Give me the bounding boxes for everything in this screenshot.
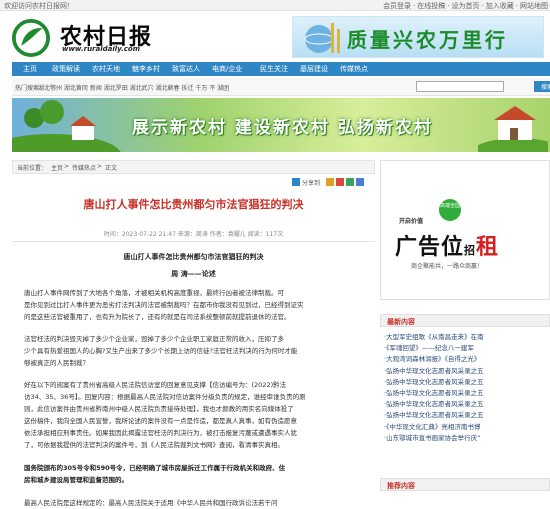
sitemap-link[interactable]: 网站地图 [520, 2, 548, 10]
paragraph-line: 唐山打人事件网传到了大地各个角落，才被相关机构高度重视，最终行凶者被法律制裁。可 [24, 289, 284, 297]
wechat-icon[interactable] [346, 178, 354, 186]
ad-main-red: 租 [476, 235, 500, 260]
article-paragraph-bold: 国务院颁布的305号令和590号令，已经明确了城市房屋拆迁工作属于行政机关和政府… [24, 462, 364, 486]
nav-item-grassroots[interactable]: 基层建设 [300, 64, 328, 74]
site-logo-url: www.ruraldaily.com [62, 45, 140, 53]
more-share-icon[interactable] [356, 178, 364, 186]
house-icon [478, 106, 548, 152]
paragraph-line: 最高人民法院是这样规定的：最高人民法院关于适用《中华人民共和国行政诉讼法若干问 [24, 499, 278, 507]
submit-link[interactable]: 在线投稿 [417, 2, 445, 10]
nav-item-village[interactable]: 魅李乡村 [132, 64, 160, 74]
site-header: 农村日报 www.ruraldaily.com 质量兴农万里行 [0, 11, 550, 61]
list-item[interactable]: ·弘扬中华现文化志愿者风采录之五 [384, 388, 550, 399]
article-subtitle: 唐山打人事件怎比贵州都匀市法官猖狂的判决 [123, 253, 264, 261]
nav-item-ecommerce[interactable]: 电商/企业 [212, 64, 242, 74]
divider [12, 241, 375, 242]
breadcrumb-home[interactable]: 主页 [51, 163, 63, 172]
nav-item-policy[interactable]: 政策解读 [52, 64, 80, 74]
list-item[interactable]: ·山东鄂城市直书画家协会举行庆“ [384, 433, 550, 444]
hot-search-words[interactable]: 湖北鄂州 湖北黄冈 新闻 湖北罗田 湖北武穴 湖北蕲春 拆迁 千万 不 湖团 [38, 83, 229, 92]
separator: · [447, 2, 450, 10]
welcome-text: 欢迎访问农村日报网！ [4, 2, 74, 10]
ad-main-text: 广告位招租 [395, 229, 499, 261]
list-item[interactable]: ·弘扬中华现文化志愿者风采录之五 [384, 399, 550, 410]
farm-scene-icon [12, 100, 121, 152]
nav-item-livelihood[interactable]: 民生关注 [260, 64, 288, 74]
list-item[interactable]: ·《中华现文化汇典》亮相济南书博 [384, 422, 550, 433]
list-item[interactable]: ·《军魂回望》——纪念八一建军 [384, 343, 550, 354]
separator: · [413, 2, 416, 10]
paragraph-line: 好在以下的阅案有了贵州省高级人民法院信访室的回复意见支撑【信访编号为：(2022… [24, 381, 287, 389]
mid-banner-slogan: 展示新农村 建设新农村 弘扬新农村 [132, 118, 433, 138]
paragraph-line: 了，可依据我提供的法官判决的案件号，到《人民法院裁判文书网》查阅，看清事实真相。 [24, 441, 284, 449]
paragraph-line: 是你见到过比打人事件更为恶劣打法判决的法官被制裁吗？在都市你我没有见到过，已经得… [24, 301, 304, 309]
article-paragraph: 唐山打人事件网传到了大地各个角落，才被相关机构高度重视，最终行凶者被法律制裁。可… [24, 287, 364, 323]
paragraph-line: 的是这些法官被重用了，也有升为院长了，还有的就是在司法系统整顿前就提前退休的法官… [24, 313, 291, 321]
paragraph-line: 够被真正的人民制裁？ [24, 359, 89, 367]
separator: · [481, 2, 484, 10]
weibo-icon[interactable] [336, 178, 344, 186]
login-link[interactable]: 会员登录 [383, 2, 411, 10]
search-input[interactable] [416, 81, 504, 92]
list-item[interactable]: ·弘扬中华现文化志愿者风采录之五 [384, 366, 550, 377]
recommend-box-title: 推荐内容 [380, 478, 550, 491]
article-title: 唐山打人事件怎比贵州都匀市法官猖狂的判决 [83, 198, 304, 211]
qzone-icon[interactable] [326, 178, 334, 186]
homepage-link[interactable]: 设为首页 [452, 2, 480, 10]
share-label[interactable]: 分享到 [302, 178, 320, 187]
nav-item-countryside[interactable]: 农村天地 [92, 64, 120, 74]
latest-list: ·大型军史组歌《从南昌走来》在南 ·《军魂回望》——纪念八一建军 ·大观湾词森林… [384, 332, 550, 444]
paragraph-line: 房和城乡建设局管理和监督范围的。 [24, 476, 128, 484]
article-paragraph: 法官枉法的判决毁灭掉了多少个企业家，毁掉了多少个企业职工家庭正常的收入，压抑了多… [24, 333, 364, 369]
latest-title: 最新内容 [387, 318, 415, 326]
article-paragraph: 最高人民法院是这样规定的：最高人民法院关于适用《中华人民共和国行政诉讼法若干问 [24, 497, 364, 509]
favorite-link[interactable]: 加入收藏 [486, 2, 514, 10]
recommend-title: 推荐内容 [387, 482, 415, 490]
breadcrumb-media[interactable]: 传媒热点 [72, 163, 96, 172]
paragraph-line: 则，此信访案件由贵州省黔南州中级人民法院负责接待处理】，我也才颜教的用实名向媒体… [24, 405, 294, 413]
nav-item-home[interactable]: 主页 [23, 64, 37, 74]
latest-box-title: 最新内容 [380, 314, 550, 327]
share-plus-icon[interactable] [292, 178, 300, 186]
article-paragraph: 好在以下的阅案有了贵州省高级人民法院信访室的回复意见支撑【信访编号为：(2022… [24, 379, 364, 451]
article-author: 周 涛——论述 [171, 270, 216, 278]
leaf-logo-icon[interactable] [12, 19, 50, 57]
nav-item-rich[interactable]: 致富达人 [172, 64, 200, 74]
paragraph-line: 法官枉法的判决毁灭掉了多少个企业家，毁掉了多少个企业职工家庭正常的收入，压抑了多 [24, 335, 284, 343]
breadcrumb-separator: > [97, 163, 103, 170]
ad-sub-text: 商企聚能共，一路众商赢！ [411, 263, 484, 270]
paragraph-line: 少个具有热爱祖国人的心胸?又生产出来了多少个长期上访的信徒?法官枉法判决的行为何… [24, 347, 298, 355]
main-nav: 主页 政策解读 农村天地 魅李乡村 致富达人 电商/企业 民生关注 基层建设 传… [12, 62, 550, 76]
ad-badge: 高端全国 [439, 199, 461, 221]
top-links: 会员登录 · 在线投稿 · 设为首页 · 加入收藏 · 网站地图 [381, 1, 548, 11]
globe-tower-icon [304, 23, 340, 53]
paragraph-line: 这份稿件，我向全国人民宣誓，我所论述的案件没有一点是作造，都是真人真事，如有伪造… [24, 417, 297, 425]
breadcrumb-prefix: 当前位置： [17, 165, 48, 172]
list-item[interactable]: ·大型军史组歌《从南昌走来》在南 [384, 332, 550, 343]
mid-banner[interactable]: 展示新农村 建设新农村 弘扬新农村 [12, 98, 550, 152]
ad-top-text: 开启价值 [399, 218, 424, 225]
list-item[interactable]: ·弘扬中华现文化志愿者风采录之五 [384, 377, 550, 388]
hot-search-bar: 热门搜索： 湖北鄂州 湖北黄冈 新闻 湖北罗田 湖北武穴 湖北蕲春 拆迁 千万 … [12, 78, 550, 96]
separator: · [515, 2, 518, 10]
header-banner-slogan: 质量兴农万里行 [347, 28, 508, 52]
sidebar-ad[interactable]: 开启价值 高端全国 广告位招租 商企聚能共，一路众商赢！ [380, 160, 550, 300]
paragraph-line: 国务院颁布的305号令和590号令，已经明确了城市房屋拆迁工作属于行政机关和政府… [24, 464, 286, 472]
paragraph-line: 依法承担相应刑事责任。如果我因此揭露法官枉法的判决行为，被打击报复污蔑或遭遇事实… [24, 429, 297, 437]
header-banner[interactable]: 质量兴农万里行 [292, 16, 544, 58]
nav-item-media[interactable]: 传媒热点 [340, 64, 368, 74]
breadcrumb-separator: > [64, 163, 70, 170]
top-utility-bar: 欢迎访问农村日报网！ 会员登录 · 在线投稿 · 设为首页 · 加入收藏 · 网站地图 [0, 0, 550, 11]
ad-main-small: 招 [464, 244, 477, 257]
ad-main-black: 广告位 [395, 235, 465, 260]
list-item[interactable]: ·大观湾词森林润报》《自得之光》 [384, 354, 550, 365]
breadcrumb-current: 正文 [105, 165, 118, 172]
breadcrumb: 当前位置： 主页 > 传媒热点 > 正文 [12, 160, 375, 174]
paragraph-line: 访34、35、36号】。回复内容：根据最高人民法院对信访案件分级负责的规定，谁经… [24, 393, 306, 401]
article-meta: 时间：2023-07-22 21:47 来源：周涛 作者：袁耀儿 阅读：117次 [103, 231, 284, 238]
list-item[interactable]: ·弘扬中华现文化志愿者风采录之五 [384, 410, 550, 421]
search-button[interactable]: 搜索 [534, 81, 550, 92]
